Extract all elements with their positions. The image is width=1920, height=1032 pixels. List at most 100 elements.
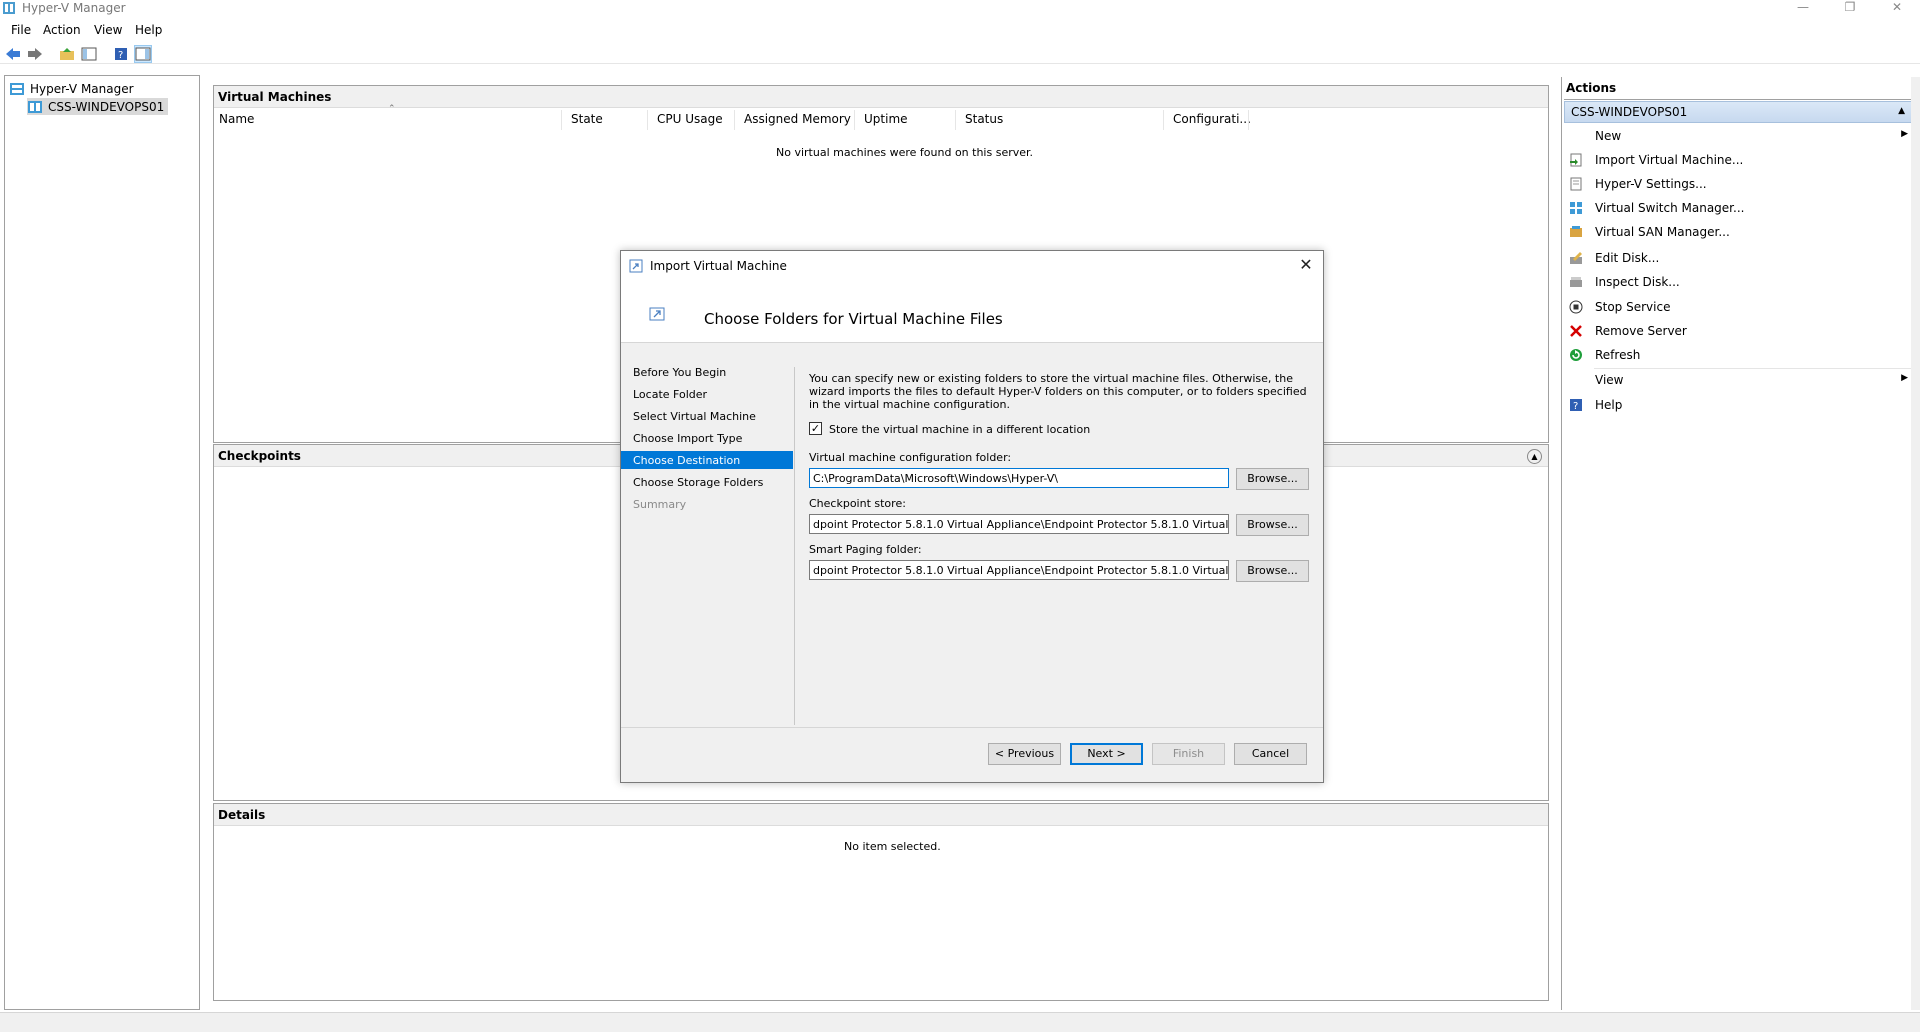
vm-col-cpu-usage[interactable]: CPU Usage bbox=[657, 112, 723, 126]
action-edit-disk-label: Edit Disk... bbox=[1595, 251, 1660, 265]
checkpoint-store-label: Checkpoint store: bbox=[809, 497, 906, 510]
help-book-icon[interactable]: ? bbox=[112, 45, 130, 63]
console-tree: Hyper-V Manager CSS-WINDEVOPS01 bbox=[4, 75, 200, 1010]
tree-server-label: CSS-WINDEVOPS01 bbox=[48, 99, 165, 114]
edit-disk-icon bbox=[1570, 252, 1582, 264]
step-before-you-begin[interactable]: Before You Begin bbox=[621, 363, 793, 381]
action-remove-server-label: Remove Server bbox=[1595, 324, 1687, 338]
forward-arrow-icon[interactable] bbox=[26, 45, 44, 63]
wizard-page-icon bbox=[649, 307, 665, 321]
vm-col-state[interactable]: State bbox=[571, 112, 603, 126]
details-panel-title: Details bbox=[214, 804, 1548, 826]
up-folder-icon[interactable] bbox=[58, 45, 76, 63]
action-view[interactable]: View ▶ bbox=[1564, 369, 1914, 391]
action-virtual-switch-manager[interactable]: Virtual Switch Manager... bbox=[1564, 197, 1914, 219]
checkpoint-store-browse-button[interactable]: Browse... bbox=[1236, 514, 1309, 536]
action-import-virtual-machine[interactable]: Import Virtual Machine... bbox=[1564, 149, 1914, 171]
action-stop-service-label: Stop Service bbox=[1595, 300, 1671, 314]
dialog-header: Choose Folders for Virtual Machine Files bbox=[621, 281, 1323, 343]
action-stop-service[interactable]: Stop Service bbox=[1564, 296, 1914, 318]
menu-view[interactable]: View bbox=[94, 23, 122, 37]
tree-server-node[interactable]: CSS-WINDEVOPS01 bbox=[27, 98, 169, 115]
dialog-title-bar: Import Virtual Machine ✕ bbox=[621, 251, 1323, 281]
action-edit-disk[interactable]: Edit Disk... bbox=[1564, 247, 1914, 269]
step-select-virtual-machine[interactable]: Select Virtual Machine bbox=[621, 407, 793, 425]
hyper-v-app-icon bbox=[3, 2, 15, 14]
menu-help[interactable]: Help bbox=[135, 23, 162, 37]
actions-title: Actions bbox=[1566, 81, 1617, 95]
step-choose-import-type[interactable]: Choose Import Type bbox=[621, 429, 793, 447]
submenu-arrow-icon: ▶ bbox=[1901, 373, 1908, 383]
action-import-label: Import Virtual Machine... bbox=[1595, 153, 1744, 167]
actions-group-server[interactable]: CSS-WINDEVOPS01 ▲ bbox=[1564, 101, 1914, 123]
store-different-location-checkbox[interactable]: ✓ bbox=[809, 422, 822, 435]
smart-paging-input[interactable]: dpoint Protector 5.8.1.0 Virtual Applian… bbox=[809, 560, 1229, 580]
cancel-button[interactable]: Cancel bbox=[1234, 743, 1307, 765]
store-different-location-label[interactable]: Store the virtual machine in a different… bbox=[829, 423, 1090, 436]
details-panel: Details No item selected. bbox=[213, 803, 1549, 1001]
minimize-button[interactable]: — bbox=[1780, 0, 1826, 17]
title-bar: Hyper-V Manager — ❐ ✕ bbox=[0, 0, 1920, 17]
sort-caret-icon: ⌃ bbox=[388, 104, 396, 114]
status-bar bbox=[0, 1012, 1920, 1032]
close-window-button[interactable]: ✕ bbox=[1874, 0, 1920, 17]
svg-text:?: ? bbox=[118, 50, 123, 61]
tree-root-hyper-v-manager[interactable]: Hyper-V Manager bbox=[9, 80, 134, 97]
san-icon bbox=[1570, 226, 1582, 237]
svg-text:?: ? bbox=[1573, 401, 1578, 412]
actions-pane: Actions CSS-WINDEVOPS01 ▲ New ▶ Import V… bbox=[1561, 77, 1915, 1010]
action-hyper-v-settings-label: Hyper-V Settings... bbox=[1595, 177, 1707, 191]
action-new-label: New bbox=[1595, 129, 1622, 143]
dialog-description: You can specify new or existing folders … bbox=[809, 372, 1307, 411]
menu-action[interactable]: Action bbox=[43, 23, 81, 37]
inspect-disk-icon bbox=[1570, 277, 1582, 287]
action-help-label: Help bbox=[1595, 398, 1623, 412]
step-locate-folder[interactable]: Locate Folder bbox=[621, 385, 793, 403]
remove-x-icon bbox=[1570, 325, 1582, 337]
refresh-icon bbox=[1570, 349, 1582, 361]
action-refresh[interactable]: Refresh bbox=[1564, 344, 1914, 366]
menu-bar: File Action View Help bbox=[0, 19, 1920, 41]
action-help[interactable]: ? Help bbox=[1564, 394, 1914, 416]
show-hide-action-pane-icon[interactable] bbox=[134, 45, 152, 63]
collapse-up-icon: ▲ bbox=[1898, 106, 1905, 116]
submenu-arrow-icon: ▶ bbox=[1901, 129, 1908, 139]
collapse-chevron-icon[interactable]: ▲ bbox=[1527, 449, 1542, 464]
step-choose-destination[interactable]: Choose Destination bbox=[621, 451, 793, 469]
vm-col-configuration[interactable]: Configurati... bbox=[1173, 112, 1251, 126]
restore-button[interactable]: ❐ bbox=[1827, 0, 1873, 17]
window-title: Hyper-V Manager bbox=[22, 1, 126, 15]
show-hide-console-tree-icon[interactable] bbox=[80, 45, 98, 63]
details-empty-message: No item selected. bbox=[844, 840, 941, 853]
toolbar: ? bbox=[0, 44, 1920, 64]
action-inspect-disk[interactable]: Inspect Disk... bbox=[1564, 271, 1914, 293]
step-choose-storage-folders[interactable]: Choose Storage Folders bbox=[621, 473, 793, 491]
actions-group-label: CSS-WINDEVOPS01 bbox=[1571, 105, 1688, 119]
dialog-close-button[interactable]: ✕ bbox=[1295, 255, 1317, 277]
previous-button[interactable]: < Previous bbox=[988, 743, 1061, 765]
tree-root-label: Hyper-V Manager bbox=[30, 81, 134, 96]
vm-col-uptime[interactable]: Uptime bbox=[864, 112, 908, 126]
action-virtual-switch-label: Virtual Switch Manager... bbox=[1595, 201, 1745, 215]
config-folder-label: Virtual machine configuration folder: bbox=[809, 451, 1012, 464]
config-folder-browse-button[interactable]: Browse... bbox=[1236, 468, 1309, 490]
checkpoint-store-input[interactable]: dpoint Protector 5.8.1.0 Virtual Applian… bbox=[809, 514, 1229, 534]
settings-page-icon bbox=[1570, 177, 1582, 191]
smart-paging-browse-button[interactable]: Browse... bbox=[1236, 560, 1309, 582]
back-arrow-icon[interactable] bbox=[4, 45, 22, 63]
vm-col-name[interactable]: Name bbox=[219, 112, 254, 126]
action-new[interactable]: New ▶ bbox=[1564, 125, 1914, 147]
action-hyper-v-settings[interactable]: Hyper-V Settings... bbox=[1564, 173, 1914, 195]
config-folder-input[interactable]: C:\ProgramData\Microsoft\Windows\Hyper-V… bbox=[809, 468, 1229, 488]
action-remove-server[interactable]: Remove Server bbox=[1564, 320, 1914, 342]
vm-col-status[interactable]: Status bbox=[965, 112, 1003, 126]
action-inspect-disk-label: Inspect Disk... bbox=[1595, 275, 1680, 289]
import-vm-dialog: Import Virtual Machine ✕ Choose Folders … bbox=[620, 250, 1324, 783]
vm-col-assigned-memory[interactable]: Assigned Memory bbox=[744, 112, 851, 126]
action-virtual-san-manager[interactable]: Virtual SAN Manager... bbox=[1564, 221, 1914, 243]
stop-icon bbox=[1569, 300, 1583, 314]
menu-file[interactable]: File bbox=[11, 23, 31, 37]
server-icon bbox=[28, 100, 42, 113]
right-scrollbar[interactable] bbox=[1911, 77, 1920, 1010]
next-button[interactable]: Next > bbox=[1070, 743, 1143, 765]
